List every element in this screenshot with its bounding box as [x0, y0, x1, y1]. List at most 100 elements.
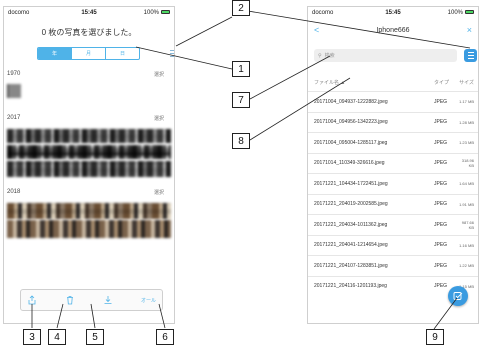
file-type: JPEG [434, 242, 448, 249]
status-bar: docomo 15:45 100% [308, 7, 478, 19]
file-row[interactable]: 20171014_110349-326616.jpeg JPEG 318.96 KB [308, 152, 478, 174]
sort-by-name-header[interactable]: ファイル名 ▲ [314, 79, 434, 86]
file-size: 1.16 MB [459, 242, 474, 248]
list-view-toggle-button[interactable] [464, 49, 477, 62]
file-size: 987.66 KB [461, 219, 474, 230]
battery-icon [465, 10, 474, 15]
file-name: 20171221_204107-1283851.jpeg [314, 262, 388, 269]
select-2017-button[interactable]: 選択 [154, 115, 164, 122]
callout-7: 7 [232, 92, 250, 108]
file-row[interactable]: 20171004_094937-1222882.jpeg JPEG 1.17 MB [308, 91, 478, 112]
battery-percent: 100% [447, 10, 463, 16]
photo-grid-2018-row-1[interactable] [7, 203, 171, 219]
select-2018-button[interactable]: 選択 [154, 189, 164, 196]
file-row[interactable]: 20171221_204041-1214654.jpeg JPEG 1.16 MB [308, 234, 478, 256]
file-name: 20171221_204041-1214654.jpeg [314, 242, 388, 249]
trash-icon[interactable] [65, 295, 75, 305]
list-icon [467, 51, 474, 60]
file-size: 1.28 MB [459, 119, 474, 125]
file-name: 20171004_094937-1222882.jpeg [314, 98, 388, 105]
search-input[interactable]: ⚲ 検索 [314, 49, 457, 62]
file-list: 20171004_094937-1222882.jpeg JPEG 1.17 MB 2… [308, 91, 478, 296]
carrier-label: docomo [8, 10, 30, 16]
file-size: 1.23 MB [459, 140, 474, 146]
select-1970-button[interactable]: 選択 [154, 71, 164, 78]
carrier-label: docomo [312, 10, 334, 16]
callout-8: 8 [232, 133, 250, 149]
file-row[interactable]: 20171221_204107-1283851.jpeg JPEG 1.22 MB [308, 255, 478, 276]
header-name-label: ファイル名 [314, 79, 340, 86]
callout-1: 1 [232, 61, 250, 77]
file-size: 1.17 MB [459, 99, 474, 105]
file-row[interactable]: 20171221_104434-1722451.jpeg JPEG 1.64 MB [308, 173, 478, 194]
callout-5: 5 [86, 329, 104, 345]
select-mode-fab[interactable] [448, 286, 468, 306]
battery-status: 100% [116, 10, 170, 16]
file-name: 20171221_204034-1011362.jpeg [314, 221, 388, 228]
status-bar: docomo 15:45 100% [4, 7, 174, 19]
navigation-bar: < Iphone666 × [308, 23, 478, 37]
clock: 15:45 [81, 10, 97, 16]
file-name: 20171221_204019-2002585.jpeg [314, 201, 388, 208]
close-button[interactable]: × [452, 25, 472, 35]
battery-percent: 100% [143, 10, 159, 16]
file-row[interactable]: 20171004_094956-1342223.jpeg JPEG 1.28 MB [308, 111, 478, 133]
file-size: 1.91 MB [459, 201, 474, 207]
photo-thumbnail-1970[interactable] [7, 84, 21, 98]
header-size-label[interactable]: サイズ [456, 79, 474, 86]
callout-4: 4 [48, 329, 66, 345]
check-edit-icon [453, 292, 463, 300]
callout-2: 2 [232, 0, 250, 16]
segment-month[interactable]: 月 [72, 48, 106, 59]
right-phone-screen: docomo 15:45 100% < Iphone666 × ⚲ 検索 ファイ… [307, 6, 479, 324]
share-icon[interactable] [27, 295, 37, 305]
callout-6: 6 [156, 329, 174, 345]
search-placeholder: 検索 [324, 53, 335, 59]
file-size: 1.22 MB [459, 263, 474, 269]
file-type: JPEG [434, 180, 448, 187]
callout-9: 9 [426, 329, 444, 345]
battery-icon [161, 10, 170, 15]
callout-3: 3 [23, 329, 41, 345]
folder-title: Iphone666 [376, 26, 410, 34]
file-name: 20171221_104434-1722451.jpeg [314, 180, 388, 187]
back-button[interactable]: < [314, 25, 334, 35]
header-type-label[interactable]: タイプ [434, 79, 456, 86]
segment-year[interactable]: 年 [38, 48, 72, 59]
file-name: 20171221_204116-1201193.jpeg [314, 283, 387, 290]
download-icon[interactable] [103, 295, 113, 305]
section-year-2018: 2018 [7, 189, 21, 195]
clock: 15:45 [385, 10, 401, 16]
photo-grid-2017-row-1[interactable] [7, 129, 171, 143]
file-size: 318.96 KB [461, 158, 474, 169]
selection-count-title: 0 枚の写真を選びました。 [41, 28, 137, 37]
photo-grid-2018-row-2[interactable] [7, 220, 171, 238]
photo-grid-2017-row-2[interactable] [7, 145, 171, 159]
photo-grid-2017-row-3[interactable] [7, 161, 171, 177]
search-icon: ⚲ [318, 52, 322, 59]
file-type: JPEG [434, 139, 448, 146]
file-type: JPEG [434, 262, 448, 269]
file-type: JPEG [434, 201, 448, 208]
list-view-icon[interactable] [170, 50, 174, 57]
action-toolbar: オール [20, 289, 163, 311]
file-name: 20171004_094956-1342223.jpeg [314, 119, 388, 126]
select-all-button[interactable]: オール [141, 297, 156, 304]
segment-day[interactable]: 日 [106, 48, 139, 59]
file-type: JPEG [434, 119, 448, 126]
section-year-1970: 1970 [7, 71, 21, 77]
file-type: JPEG [434, 160, 448, 167]
file-type: JPEG [434, 98, 448, 105]
section-year-2017: 2017 [7, 115, 21, 121]
file-size: 1.64 MB [459, 181, 474, 187]
file-name: 20171014_110349-326616.jpeg [314, 160, 385, 167]
file-name: 20171004_095004-1285117.jpeg [314, 139, 388, 146]
left-phone-screen: docomo 15:45 100% 0 枚の写真を選びました。 年 月 日 19… [3, 6, 175, 324]
file-row[interactable]: 20171004_095004-1285117.jpeg JPEG 1.23 MB [308, 132, 478, 153]
date-grouping-segmented-control[interactable]: 年 月 日 [37, 47, 140, 60]
battery-status: 100% [420, 10, 474, 16]
file-row[interactable]: 20171221_204034-1011362.jpeg JPEG 987.66 K… [308, 214, 478, 235]
file-list-header: ファイル名 ▲ タイプ サイズ [314, 77, 474, 87]
file-row[interactable]: 20171221_204019-2002585.jpeg JPEG 1.91 MB [308, 193, 478, 215]
sort-ascending-icon: ▲ [340, 79, 346, 86]
